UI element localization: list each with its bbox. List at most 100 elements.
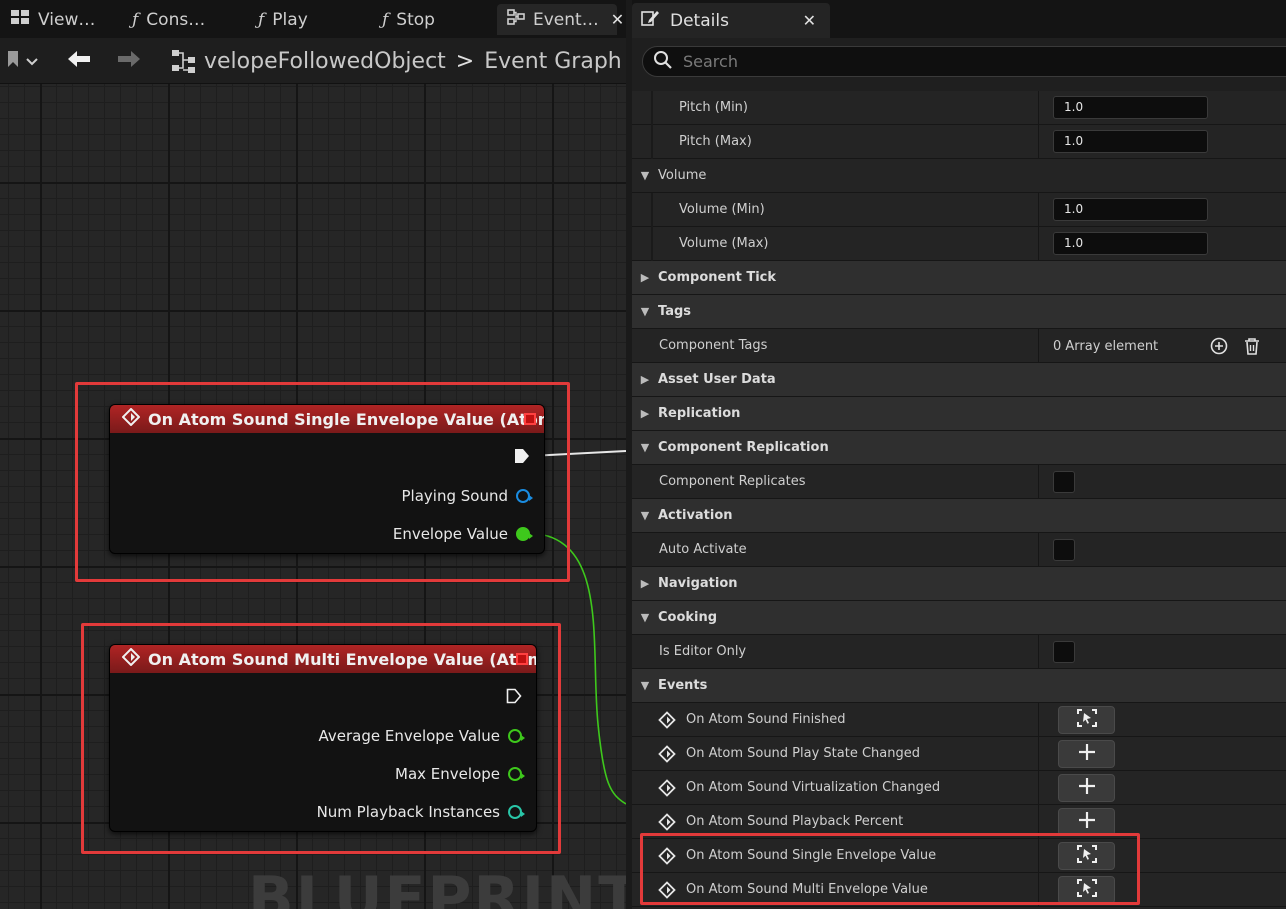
category-replication[interactable]: ▶ Replication xyxy=(632,397,1286,431)
column-divider xyxy=(1038,91,1039,125)
event-icon xyxy=(658,711,676,733)
event-row-on-atom-sound-multi-envelope-value: On Atom Sound Multi Envelope Value xyxy=(632,873,1286,907)
event-label: On Atom Sound Virtualization Changed xyxy=(686,780,941,795)
add-event-button[interactable] xyxy=(1058,808,1115,836)
property-row-is-editor-only: Is Editor Only xyxy=(632,635,1286,669)
event-icon xyxy=(121,647,141,670)
column-divider xyxy=(1038,193,1039,227)
category-label: Asset User Data xyxy=(658,372,776,387)
tab-label: Details xyxy=(670,10,729,31)
property-row-volume-max: Volume (Max) 1.0 xyxy=(632,227,1286,261)
tab-event-graph[interactable]: Event… ✕ xyxy=(497,4,624,35)
property-row-pitch-max: Pitch (Max) 1.0 xyxy=(632,125,1286,159)
grid-icon xyxy=(10,9,30,30)
float-pin-icon[interactable] xyxy=(508,729,525,743)
pin-max-envelope[interactable]: Max Envelope xyxy=(395,765,525,783)
close-icon[interactable]: ✕ xyxy=(611,10,624,29)
pin-label: Average Envelope Value xyxy=(318,727,500,745)
subcategory-volume[interactable]: ▼ Volume xyxy=(632,159,1286,193)
event-icon xyxy=(658,881,676,903)
chevron-right-icon[interactable]: ▶ xyxy=(632,407,658,420)
chevron-down-icon[interactable]: ▼ xyxy=(632,441,658,454)
int-pin-icon[interactable] xyxy=(508,805,525,819)
category-cooking[interactable]: ▼ Cooking xyxy=(632,601,1286,635)
bookmark-dropdown[interactable] xyxy=(6,38,38,84)
trash-icon[interactable] xyxy=(1242,336,1262,356)
float-wire xyxy=(525,532,626,805)
chevron-down-icon[interactable]: ▼ xyxy=(632,611,658,624)
chevron-right-icon[interactable]: ▶ xyxy=(632,373,658,386)
add-event-button[interactable] xyxy=(1058,740,1115,768)
search-box[interactable] xyxy=(642,46,1286,77)
category-activation[interactable]: ▼ Activation xyxy=(632,499,1286,533)
event-icon xyxy=(658,779,676,801)
forward-button[interactable] xyxy=(116,38,142,84)
property-row-auto-activate: Auto Activate xyxy=(632,533,1286,567)
subcategory-label: Volume xyxy=(658,168,707,183)
event-node-single-envelope[interactable]: On Atom Sound Single Envelope Value (Ato… xyxy=(109,404,545,554)
category-asset-user-data[interactable]: ▶ Asset User Data xyxy=(632,363,1286,397)
delegate-pin[interactable] xyxy=(524,413,536,425)
category-navigation[interactable]: ▶ Navigation xyxy=(632,567,1286,601)
volume-max-field[interactable]: 1.0 xyxy=(1053,232,1208,255)
delegate-pin[interactable] xyxy=(516,653,528,665)
array-count: 0 Array element xyxy=(1053,338,1159,354)
column-divider xyxy=(1038,635,1039,669)
graph-tab-bar: View… ƒ Cons… ƒ Play ƒ Stop Event… ✕ xyxy=(0,0,626,38)
search-input[interactable] xyxy=(683,52,1083,71)
chevron-down-icon[interactable]: ▼ xyxy=(632,509,658,522)
column-divider xyxy=(1038,125,1039,159)
pin-playing-sound[interactable]: Playing Sound xyxy=(402,487,533,505)
breadcrumb-graph[interactable]: Event Graph xyxy=(484,49,622,74)
tab-play[interactable]: ƒ Play xyxy=(248,4,318,35)
function-icon: ƒ xyxy=(132,9,139,30)
details-tab-bar: Details ✕ xyxy=(632,0,1286,38)
object-pin-icon[interactable] xyxy=(516,489,533,503)
pin-average-envelope-value[interactable]: Average Envelope Value xyxy=(318,727,525,745)
add-element-icon[interactable] xyxy=(1209,336,1229,356)
auto-activate-checkbox[interactable] xyxy=(1053,539,1075,561)
volume-min-field[interactable]: 1.0 xyxy=(1053,198,1208,221)
chevron-right-icon[interactable]: ▶ xyxy=(632,271,658,284)
view-event-button[interactable] xyxy=(1058,842,1115,870)
category-component-tick[interactable]: ▶ Component Tick xyxy=(632,261,1286,295)
property-row-volume-min: Volume (Min) 1.0 xyxy=(632,193,1286,227)
float-pin-icon[interactable] xyxy=(508,767,525,781)
event-node-multi-envelope[interactable]: On Atom Sound Multi Envelope Value (Atom… xyxy=(109,644,537,832)
add-event-button[interactable] xyxy=(1058,774,1115,802)
close-icon[interactable]: ✕ xyxy=(803,11,816,30)
breadcrumb-blueprint[interactable]: velopeFollowedObject xyxy=(204,49,446,74)
exec-output-pin[interactable] xyxy=(506,688,522,704)
chevron-down-icon[interactable]: ▼ xyxy=(632,679,658,692)
event-icon xyxy=(658,745,676,767)
view-event-button[interactable] xyxy=(1058,706,1115,734)
category-component-replication[interactable]: ▼ Component Replication xyxy=(632,431,1286,465)
chevron-right-icon[interactable]: ▶ xyxy=(632,577,658,590)
node-header: On Atom Sound Single Envelope Value (Ato… xyxy=(110,405,544,433)
event-row-on-atom-sound-single-envelope-value: On Atom Sound Single Envelope Value xyxy=(632,839,1286,873)
category-events[interactable]: ▼ Events xyxy=(632,669,1286,703)
event-label: On Atom Sound Single Envelope Value xyxy=(686,848,937,863)
pin-envelope-value[interactable]: Envelope Value xyxy=(393,525,533,543)
chevron-down-icon[interactable]: ▼ xyxy=(632,305,658,318)
chevron-down-icon[interactable]: ▼ xyxy=(632,169,658,182)
is-editor-only-checkbox[interactable] xyxy=(1053,641,1075,663)
back-button[interactable] xyxy=(66,38,92,84)
tab-details[interactable]: Details ✕ xyxy=(632,3,830,38)
tab-construction-script[interactable]: ƒ Cons… xyxy=(122,4,215,35)
tab-viewport[interactable]: View… xyxy=(0,4,105,35)
float-pin-icon[interactable] xyxy=(516,527,533,541)
exec-output-pin[interactable] xyxy=(514,448,530,464)
tab-label: Cons… xyxy=(146,9,206,30)
view-event-button[interactable] xyxy=(1058,876,1115,904)
tab-stop[interactable]: ƒ Stop xyxy=(372,4,445,35)
pitch-max-field[interactable]: 1.0 xyxy=(1053,130,1208,153)
component-replicates-checkbox[interactable] xyxy=(1053,471,1075,493)
node-title: On Atom Sound Multi Envelope Value (Atom… xyxy=(148,649,537,669)
category-tags[interactable]: ▼ Tags xyxy=(632,295,1286,329)
pin-num-playback-instances[interactable]: Num Playback Instances xyxy=(317,803,525,821)
graph-canvas[interactable]: BLUEPRINT On Atom Sound Single Envelope … xyxy=(0,84,626,909)
property-label: Is Editor Only xyxy=(659,644,747,659)
pitch-min-field[interactable]: 1.0 xyxy=(1053,96,1208,119)
category-label: Cooking xyxy=(658,610,718,625)
